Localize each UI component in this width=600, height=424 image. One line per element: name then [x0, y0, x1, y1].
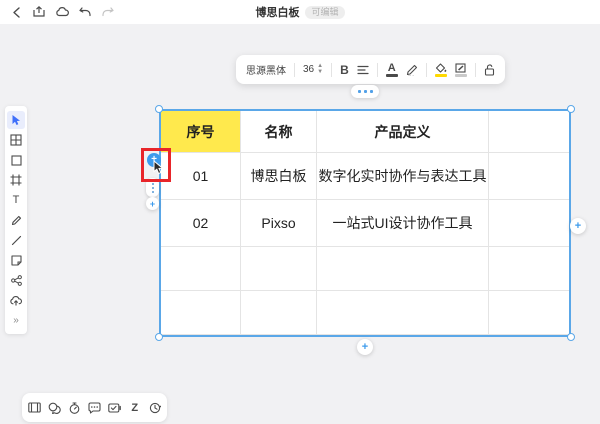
- paint-bucket-icon: [435, 62, 447, 73]
- chat-icon[interactable]: [87, 400, 103, 416]
- table-cell[interactable]: [317, 247, 489, 291]
- insert-row-button-left[interactable]: +: [146, 197, 159, 210]
- pencil-tool[interactable]: [7, 211, 25, 229]
- timer-icon[interactable]: [66, 400, 82, 416]
- select-tool[interactable]: [7, 111, 25, 129]
- align-button[interactable]: [357, 60, 369, 80]
- back-icon[interactable]: [9, 5, 23, 19]
- add-row-button[interactable]: +: [357, 339, 373, 355]
- fill-color-button[interactable]: [434, 60, 447, 80]
- table-cell[interactable]: [161, 291, 241, 335]
- text-tool[interactable]: T: [7, 191, 25, 209]
- unlock-icon[interactable]: [484, 60, 495, 80]
- table-element[interactable]: 序号 名称 产品定义 01 博思白板 数字化实时协作与表达工具 02 Pixso 一站式UI设计…: [159, 109, 571, 337]
- table-cell[interactable]: [241, 247, 317, 291]
- table-cell[interactable]: [317, 291, 489, 335]
- expand-sidebar-button[interactable]: »: [7, 311, 25, 329]
- table-tool[interactable]: [7, 131, 25, 149]
- table-cell[interactable]: [241, 291, 317, 335]
- cloud-sync-icon[interactable]: [55, 5, 69, 19]
- top-bar: 博思白板 可编辑: [0, 0, 600, 24]
- table-header-cell[interactable]: [489, 111, 569, 153]
- font-family-select[interactable]: 思源黑体: [246, 60, 286, 80]
- table-cell[interactable]: Pixso: [241, 200, 317, 247]
- add-column-button[interactable]: +: [570, 218, 586, 234]
- selection-handle-top-right[interactable]: [567, 105, 575, 113]
- table-cell[interactable]: [489, 153, 569, 200]
- bold-button[interactable]: B: [340, 60, 349, 80]
- frame-tool[interactable]: [7, 171, 25, 189]
- text-color-button[interactable]: A: [385, 60, 398, 80]
- table-header-cell[interactable]: 名称: [241, 111, 317, 153]
- toolbar-divider: [474, 62, 476, 77]
- text-color-swatch: [385, 73, 398, 77]
- table-cell[interactable]: [161, 247, 241, 291]
- export-icon[interactable]: [32, 5, 46, 19]
- text-color-glyph: A: [387, 61, 396, 74]
- selection-handle-top-left[interactable]: [155, 105, 163, 113]
- toolbar-divider: [331, 62, 333, 77]
- connector-tool[interactable]: [7, 271, 25, 289]
- selection-handle-bottom-left[interactable]: [155, 333, 163, 341]
- table-cell[interactable]: 一站式UI设计协作工具: [317, 200, 489, 247]
- table-header-cell[interactable]: 产品定义: [317, 111, 489, 153]
- table-header-cell[interactable]: 序号: [161, 111, 241, 153]
- toolbar-divider: [425, 62, 427, 77]
- sticky-note-tool[interactable]: [7, 251, 25, 269]
- upload-tool[interactable]: [7, 291, 25, 309]
- font-size-control[interactable]: 36 ▲ ▼: [303, 60, 323, 80]
- toolbar-divider: [376, 62, 378, 77]
- tools-sidebar: T »: [5, 106, 27, 334]
- table-cell[interactable]: 02: [161, 200, 241, 247]
- comment-icon[interactable]: [46, 400, 62, 416]
- table-more-options[interactable]: [351, 85, 379, 98]
- presentation-icon[interactable]: [26, 400, 42, 416]
- font-size-stepper-icon[interactable]: ▲ ▼: [317, 63, 323, 75]
- line-tool[interactable]: [7, 231, 25, 249]
- doc-title[interactable]: 博思白板: [255, 4, 299, 20]
- undo-icon[interactable]: [78, 5, 92, 19]
- topbar-left-actions: [0, 5, 115, 19]
- table-cell[interactable]: [489, 200, 569, 247]
- selection-handle-bottom-right[interactable]: [567, 333, 575, 341]
- redo-icon[interactable]: [101, 5, 115, 19]
- shape-tool[interactable]: [7, 151, 25, 169]
- vote-icon[interactable]: [107, 400, 123, 416]
- format-toolbar: 思源黑体 36 ▲ ▼ B A: [236, 55, 505, 84]
- table-cell[interactable]: 01: [161, 153, 241, 200]
- border-color-swatch: [454, 73, 467, 77]
- font-size-value[interactable]: 36: [303, 64, 314, 75]
- table-grid: 序号 名称 产品定义 01 博思白板 数字化实时协作与表达工具 02 Pixso 一站式UI设计…: [161, 111, 569, 335]
- editable-badge: 可编辑: [305, 5, 345, 19]
- history-icon[interactable]: [147, 400, 163, 416]
- table-cell[interactable]: [489, 247, 569, 291]
- table-cell[interactable]: 数字化实时协作与表达工具: [317, 153, 489, 200]
- bottom-toolbar: Z: [22, 393, 167, 422]
- toolbar-divider: [294, 62, 295, 77]
- zen-mode-icon[interactable]: Z: [127, 400, 143, 416]
- table-cell[interactable]: [489, 291, 569, 335]
- row-quick-action-button[interactable]: +: [147, 153, 161, 167]
- fill-color-swatch: [434, 73, 447, 77]
- cell-border-icon: [455, 62, 466, 73]
- cell-border-color-button[interactable]: [454, 60, 467, 80]
- highlight-pen-icon[interactable]: [406, 60, 418, 80]
- table-cell[interactable]: 博思白板: [241, 153, 317, 200]
